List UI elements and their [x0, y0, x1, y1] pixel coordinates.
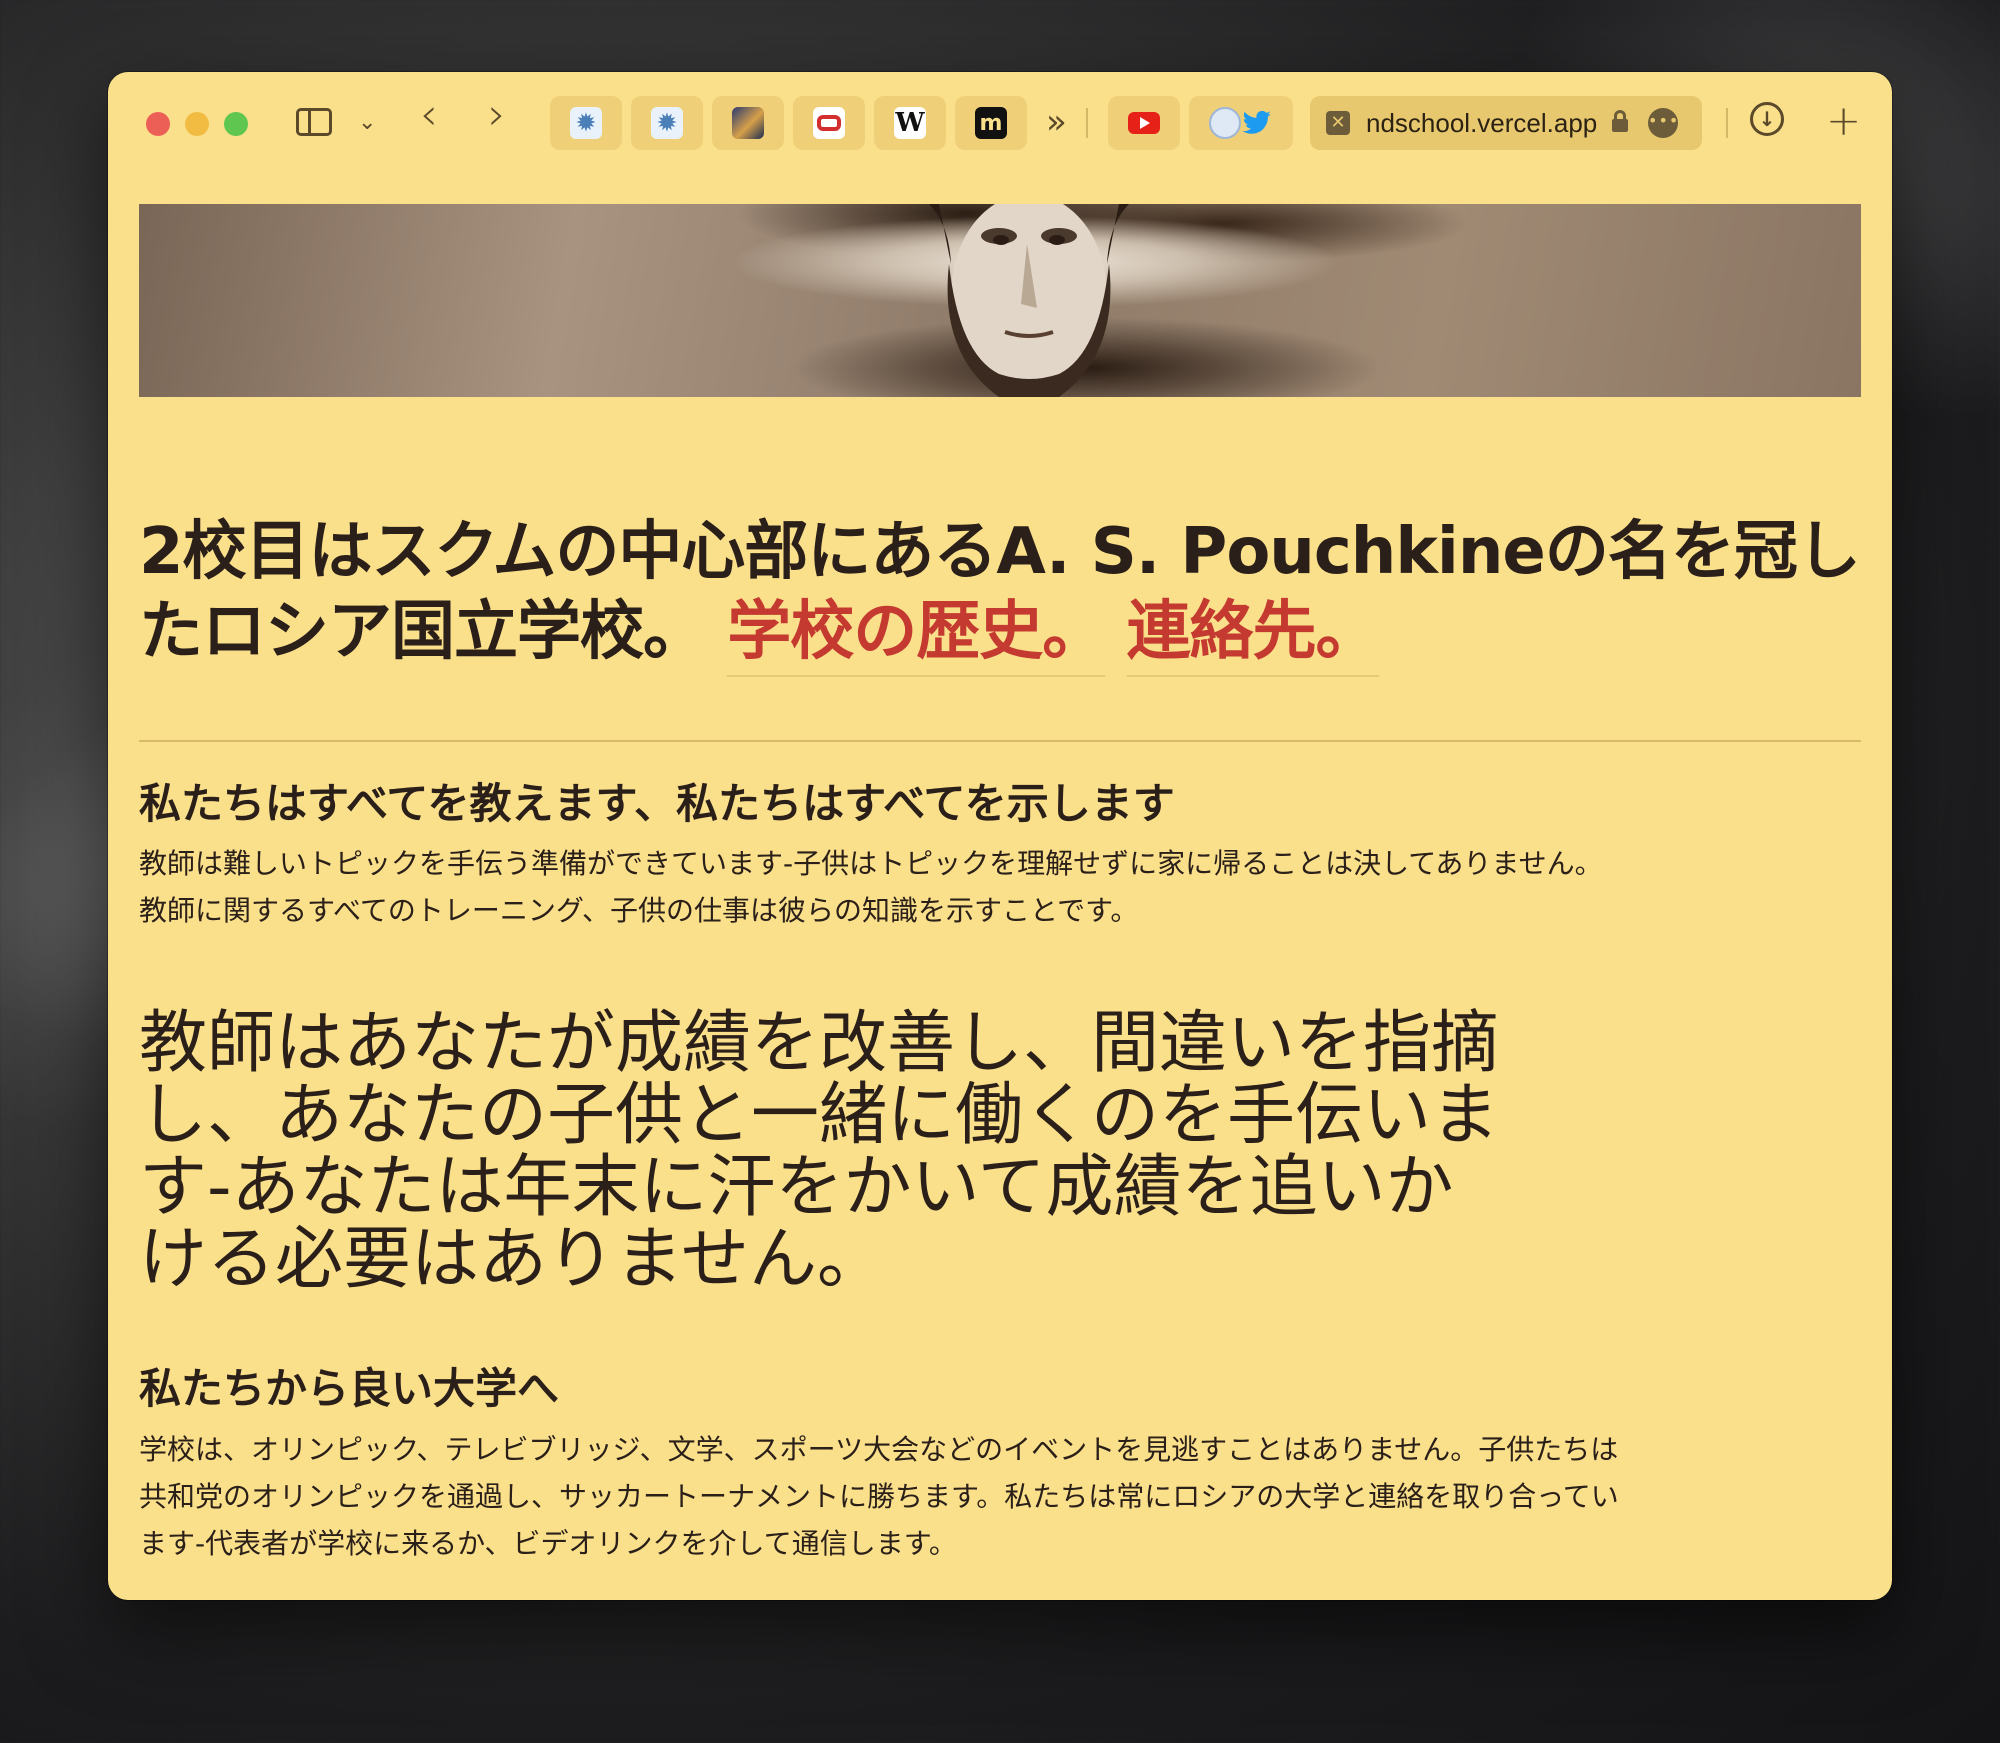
history-link[interactable]: 学校の歴史。	[727, 595, 1106, 677]
section-text-university: 学校は、オリンピック、テレビブリッジ、文学、スポーツ大会などのイベントを見逃すこ…	[139, 1433, 1619, 1560]
section-title-university: 私たちから良い大学へ	[139, 1364, 560, 1413]
section-title-teaching: 私たちはすべてを教えます、私たちはすべてを示します	[139, 779, 1175, 828]
big-statement: 教師はあなたが成績を改善し、間違いを指摘し、あなたの子供と一緒に働くのを手伝いま…	[139, 1004, 1500, 1299]
contact-link[interactable]: 連絡先。	[1126, 595, 1380, 677]
browser-window: ⌄ ‹ › ✹ ✹ W m » ✕ ndschool.vercel.app ••…	[108, 72, 1892, 1600]
page-content: 2校目はスクムの中心部にあるA. S. Pouchkineの名を冠したロシア国立…	[108, 72, 1892, 1600]
section-divider	[139, 740, 1861, 742]
page-headline: 2校目はスクムの中心部にあるA. S. Pouchkineの名を冠したロシア国立…	[139, 512, 1861, 677]
section-text-teaching: 教師は難しいトピックを手伝う準備ができています-子供はトピックを理解せずに家に帰…	[139, 847, 1603, 927]
